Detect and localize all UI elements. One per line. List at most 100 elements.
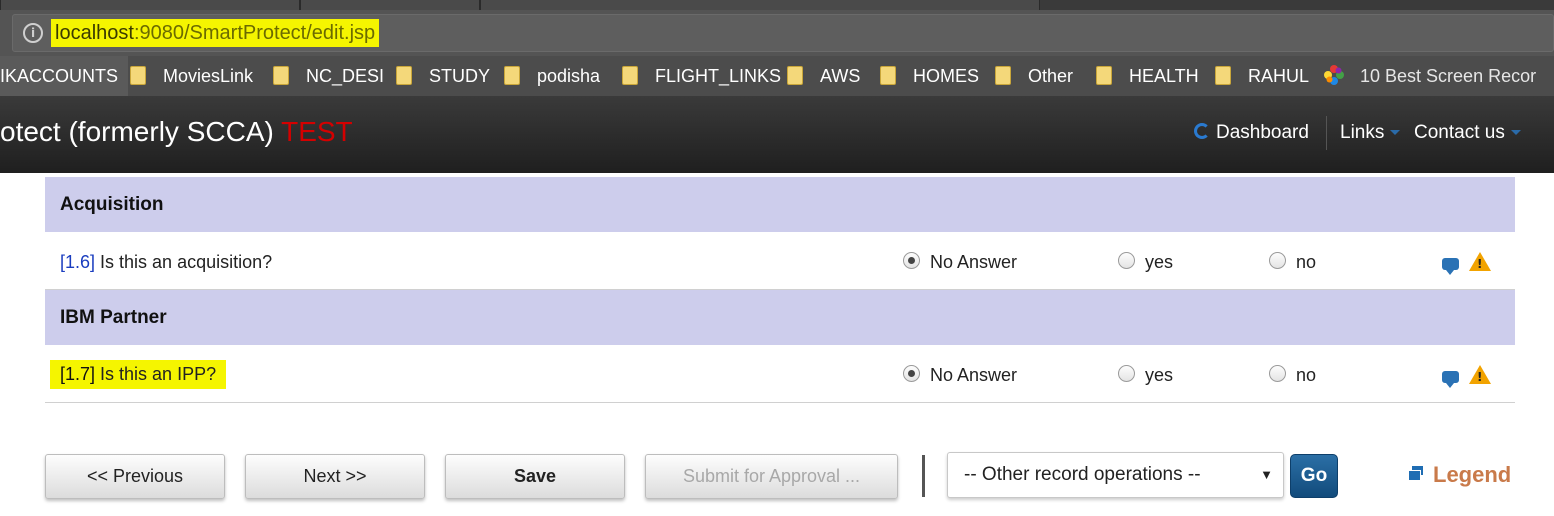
bookmark-movieslink[interactable]: MoviesLink [130,56,253,96]
question-text: Is this an IPP? [95,364,217,384]
warning-icon[interactable]: ! [1469,365,1491,384]
radio-label: yes [1145,365,1174,385]
radio-yes[interactable]: yes [1118,251,1174,273]
bookmark-label: HOMES [913,66,980,86]
folder-icon [787,65,803,85]
url-text[interactable]: localhost:9080/SmartProtect/edit.jsp [51,19,380,47]
address-bar[interactable]: i localhost:9080/SmartProtect/edit.jsp [12,14,1554,52]
bookmark-label: STUDY [429,66,491,86]
bookmark-homes[interactable]: HOMES [880,56,979,96]
folder-icon [880,65,896,85]
bookmark-label: HEALTH [1129,66,1199,86]
folder-icon [504,65,520,85]
bookmark-label: IKACCOUNTS [0,66,119,86]
record-operations-value: -- Other record operations -- [964,464,1201,485]
folder-icon [622,65,638,85]
app-header: otect (formerly SCCA) TEST Dashboard Lin… [0,96,1554,173]
radio-no-answer[interactable]: No Answer [903,364,1018,386]
nav-links[interactable]: Links [1326,116,1401,150]
bookmark-label: AWS [820,66,861,86]
radio-button[interactable] [1118,364,1135,382]
bookmark-study[interactable]: STUDY [396,56,490,96]
radio-yes[interactable]: yes [1118,364,1174,386]
bookmark-ikaccounts[interactable]: IKACCOUNTS [0,56,129,96]
chevron-down-icon [1390,130,1401,136]
bookmark-label: NC_DESI [306,66,385,86]
bookmark-screen-recorder[interactable]: 10 Best Screen Recor [1323,56,1536,96]
legend-icon [1408,465,1423,481]
radio-button[interactable] [1269,251,1286,269]
pinwheel-icon [1324,65,1344,86]
section-header-ibm-partner: IBM Partner [45,290,1515,345]
radio-button[interactable] [1118,251,1135,269]
next-button[interactable]: Next >> [245,454,425,499]
chevron-down-icon [1510,130,1521,136]
nav-dashboard[interactable]: Dashboard [1194,122,1309,144]
save-button[interactable]: Save [445,454,625,499]
comment-icon[interactable] [1442,371,1459,388]
folder-icon [995,65,1011,85]
browser-tab[interactable] [0,0,300,10]
bookmark-podisha[interactable]: podisha [504,56,600,96]
bookmark-aws[interactable]: AWS [787,56,860,96]
submit-for-approval-button[interactable]: Submit for Approval ... [645,454,898,499]
bookmark-health[interactable]: HEALTH [1096,56,1199,96]
bookmark-other[interactable]: Other [995,56,1073,96]
radio-no-answer[interactable]: No Answer [903,251,1018,273]
question-form: Acquisition [1.6] Is this an acquisition… [45,177,1515,403]
bookmark-nc-desi[interactable]: NC_DESI [273,56,384,96]
folder-icon [1215,65,1231,85]
refresh-icon [1194,123,1210,140]
question-number: [1.7] [60,364,96,384]
bookmark-label: RAHUL [1248,66,1310,86]
url-path: :9080/SmartProtect/edit.jsp [133,22,376,44]
radio-label: yes [1145,252,1174,272]
dropdown-arrow-icon: ▼ [1260,467,1273,482]
browser-toolbar: i localhost:9080/SmartProtect/edit.jsp [0,10,1554,56]
nav-contact-label: Contact us [1414,122,1505,143]
nav-contact[interactable]: Contact us [1414,122,1521,144]
bookmark-label: Other [1028,66,1074,86]
nav-dashboard-label: Dashboard [1216,122,1309,143]
browser-tab[interactable] [300,0,480,10]
folder-icon [1096,65,1112,85]
radio-button-checked[interactable] [903,251,920,269]
radio-label: no [1296,365,1317,385]
radio-button-checked[interactable] [903,364,920,382]
bookmarks-bar: IKACCOUNTS MoviesLink NC_DESI STUDY podi… [0,56,1554,96]
section-header-acquisition: Acquisition [45,177,1515,232]
bookmark-label: podisha [537,66,601,86]
radio-no[interactable]: no [1269,364,1317,386]
question-label: [1.6] Is this an acquisition? [60,252,272,273]
app-title-text: otect (formerly SCCA) [0,116,282,147]
legend-label: Legend [1433,462,1512,487]
radio-label: no [1296,252,1317,272]
bookmark-label: 10 Best Screen Recor [1360,66,1537,86]
toolbar-divider [922,455,925,497]
bookmark-rahul[interactable]: RAHUL [1215,56,1309,96]
browser-tab[interactable] [480,0,1040,10]
question-row: [1.7] Is this an IPP? No Answer yes no ! [45,345,1515,403]
question-number: [1.6] [60,252,96,272]
app-title: otect (formerly SCCA) TEST [0,116,353,148]
question-text: Is this an acquisition? [95,252,273,272]
env-tag: TEST [281,116,353,147]
radio-label: No Answer [930,365,1018,385]
site-info-icon[interactable]: i [23,23,43,43]
folder-icon [273,65,289,85]
browser-tab-strip [0,0,1554,10]
go-button[interactable]: Go [1290,454,1338,498]
radio-button[interactable] [1269,364,1286,382]
question-label: [1.7] Is this an IPP? [50,360,227,389]
bookmark-flight-links[interactable]: FLIGHT_LINKS [622,56,781,96]
warning-icon[interactable]: ! [1469,252,1491,271]
radio-no[interactable]: no [1269,251,1317,273]
folder-icon [130,65,146,85]
folder-icon [396,65,412,85]
nav-links-label: Links [1340,122,1385,143]
radio-label: No Answer [930,252,1018,272]
previous-button[interactable]: << Previous [45,454,225,499]
legend-link[interactable]: Legend [1408,462,1511,488]
record-operations-select[interactable]: -- Other record operations -- ▼ [947,452,1284,498]
comment-icon[interactable] [1442,258,1459,275]
